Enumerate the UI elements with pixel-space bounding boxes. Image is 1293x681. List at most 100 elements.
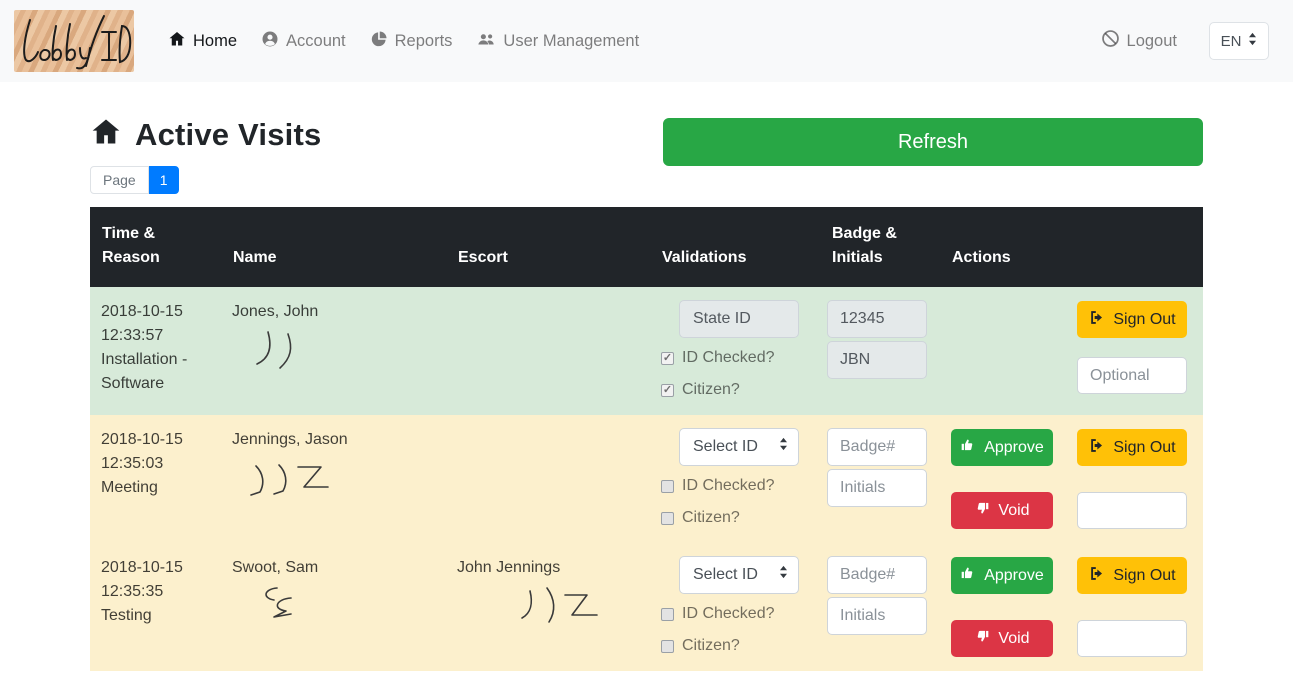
void-button[interactable]: Void	[951, 620, 1053, 657]
citizen-label: Citizen?	[682, 506, 740, 530]
updown-arrows-icon	[779, 435, 788, 459]
logout-label: Logout	[1127, 32, 1177, 51]
id-type-display: State ID	[679, 300, 799, 338]
visitor-signature-image	[246, 454, 336, 504]
pagination: Page 1	[90, 166, 179, 194]
id-checked-checkbox-row: ID Checked?	[661, 346, 809, 370]
visit-date: 2018-10-15	[101, 556, 210, 580]
citizen-checkbox[interactable]	[661, 640, 674, 653]
nav-item-label: Account	[286, 32, 346, 51]
id-type-select[interactable]: Select ID	[679, 556, 799, 594]
sign-out-icon	[1088, 309, 1105, 331]
approve-button[interactable]: Approve	[951, 429, 1053, 466]
name-cell: Jennings, Jason	[221, 415, 446, 543]
thumbs-up-icon	[960, 565, 976, 586]
nav-item-label: Reports	[395, 32, 453, 51]
visit-reason: Testing	[101, 604, 210, 628]
id-checked-checkbox[interactable]	[661, 352, 674, 365]
navbar-right: Logout EN	[1093, 21, 1269, 61]
nav-item-label: Home	[193, 32, 237, 51]
badge-initials-cell	[820, 415, 940, 543]
col-header-escort: Escort	[446, 207, 650, 287]
refresh-button[interactable]: Refresh	[663, 118, 1203, 166]
brand-logo[interactable]	[14, 10, 134, 72]
col-header-actions: Actions	[940, 207, 1203, 287]
updown-arrows-icon	[1248, 32, 1257, 50]
id-checked-checkbox-row: ID Checked?	[661, 474, 809, 498]
table-header-row: Time & Reason Name Escort Validations Ba…	[90, 207, 1203, 287]
nav-item-reports[interactable]: Reports	[362, 22, 461, 61]
sign-out-button[interactable]: Sign Out	[1077, 301, 1187, 338]
thumbs-up-icon	[960, 437, 976, 458]
id-type-select[interactable]: Select ID	[679, 428, 799, 466]
escort-name: John Jennings	[457, 556, 639, 580]
citizen-checkbox[interactable]	[661, 384, 674, 397]
sign-out-icon	[1088, 437, 1105, 459]
visit-reason: Installation - Software	[101, 348, 210, 396]
thumbs-down-icon	[974, 500, 990, 521]
badge-number-input[interactable]	[827, 300, 927, 338]
id-checked-checkbox[interactable]	[661, 608, 674, 621]
time-reason-cell: 2018-10-15 12:33:57 Installation - Softw…	[90, 287, 221, 415]
nav-item-home[interactable]: Home	[160, 22, 245, 61]
approve-label: Approve	[984, 567, 1044, 585]
visit-time: 12:33:57	[101, 324, 210, 348]
sign-out-button[interactable]: Sign Out	[1077, 429, 1187, 466]
void-label: Void	[998, 630, 1029, 648]
escort-cell	[446, 287, 650, 415]
approve-label: Approve	[984, 439, 1044, 457]
visit-date: 2018-10-15	[101, 428, 210, 452]
home-icon-large	[90, 116, 122, 153]
col-header-badge-initials: Badge & Initials	[820, 207, 940, 287]
language-select[interactable]: EN	[1209, 22, 1269, 60]
sign-out-label: Sign Out	[1113, 567, 1175, 585]
badge-initials-cell	[820, 543, 940, 671]
optional-input[interactable]	[1077, 492, 1187, 529]
actions-cell: Approve Void	[940, 543, 1203, 671]
void-button[interactable]: Void	[951, 492, 1053, 529]
table-row-visit-3: 2018-10-15 12:35:35 Testing Swoot, Sam J…	[90, 543, 1203, 671]
id-type-select-value: Select ID	[693, 435, 758, 459]
citizen-checkbox-row: Citizen?	[661, 506, 809, 530]
nav-item-user-management[interactable]: User Management	[468, 22, 647, 61]
visit-time: 12:35:03	[101, 452, 210, 476]
visitor-signature-image	[246, 582, 316, 632]
badge-number-input[interactable]	[827, 428, 927, 466]
col-header-time-reason: Time & Reason	[90, 207, 221, 287]
pagination-page-1[interactable]: 1	[149, 166, 179, 194]
actions-cell: Sign Out	[940, 287, 1203, 415]
ban-icon	[1101, 29, 1120, 53]
citizen-checkbox-row: Citizen?	[661, 634, 809, 658]
escort-cell	[446, 415, 650, 543]
citizen-checkbox[interactable]	[661, 512, 674, 525]
visit-date: 2018-10-15	[101, 300, 210, 324]
id-checked-label: ID Checked?	[682, 474, 775, 498]
visit-reason: Meeting	[101, 476, 210, 500]
optional-input[interactable]	[1077, 620, 1187, 657]
optional-input[interactable]	[1077, 357, 1187, 394]
time-reason-cell: 2018-10-15 12:35:03 Meeting	[90, 415, 221, 543]
table-row-visit-2: 2018-10-15 12:35:03 Meeting Jennings, Ja…	[90, 415, 1203, 543]
escort-cell: John Jennings	[446, 543, 650, 671]
main-nav: Home Account Reports User Management	[160, 22, 1093, 61]
validations-cell: Select ID ID Checked? Citizen?	[650, 415, 820, 543]
col-header-validations: Validations	[650, 207, 820, 287]
badge-initials-cell	[820, 287, 940, 415]
id-checked-checkbox[interactable]	[661, 480, 674, 493]
visitor-name: Jones, John	[232, 300, 435, 324]
initials-input[interactable]	[827, 469, 927, 507]
validations-cell: State ID ID Checked? Citizen?	[650, 287, 820, 415]
pagination-label[interactable]: Page	[90, 166, 149, 194]
nav-item-account[interactable]: Account	[253, 22, 354, 61]
badge-number-input[interactable]	[827, 556, 927, 594]
initials-input[interactable]	[827, 341, 927, 379]
sign-out-button[interactable]: Sign Out	[1077, 557, 1187, 594]
logout-button[interactable]: Logout	[1093, 21, 1185, 61]
approve-button[interactable]: Approve	[951, 557, 1053, 594]
initials-input[interactable]	[827, 597, 927, 635]
visitor-name: Jennings, Jason	[232, 428, 435, 452]
actions-cell: Approve Void	[940, 415, 1203, 543]
citizen-checkbox-row: Citizen?	[661, 378, 809, 402]
citizen-label: Citizen?	[682, 378, 740, 402]
table-row-visit-1: 2018-10-15 12:33:57 Installation - Softw…	[90, 287, 1203, 415]
